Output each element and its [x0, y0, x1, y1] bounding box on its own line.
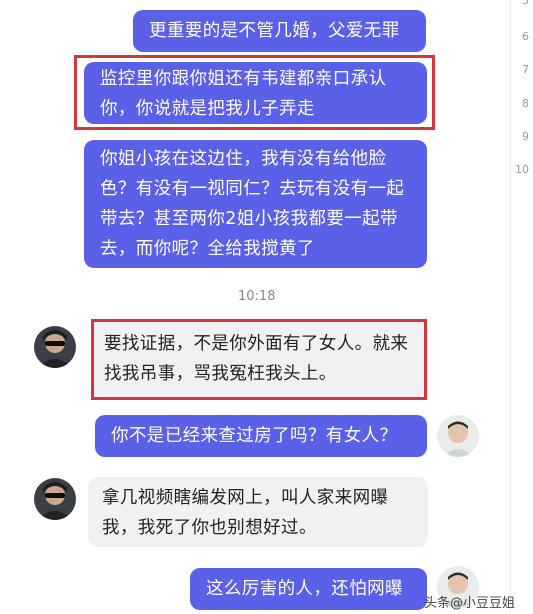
message-text: 更重要的是不管几婚，父爱无罪 — [149, 21, 400, 41]
message-bubble-outgoing[interactable]: 更重要的是不管几婚，父爱无罪 — [133, 10, 426, 52]
message-bubble-outgoing[interactable]: 这么厉害的人，还怕网曝 — [190, 568, 427, 610]
contact-avatar[interactable] — [34, 326, 76, 368]
message-bubble-outgoing[interactable]: 你姐小孩在这边住，我有没有给他脸色？有没有一视同仁？去玩有没有一起带去？甚至两你… — [84, 140, 427, 268]
self-avatar[interactable] — [437, 415, 479, 457]
avatar-dark-sunglasses-icon — [34, 478, 76, 520]
line-number: 8 — [522, 97, 529, 110]
message-text: 拿几视频瞎编发网上，叫人家来网曝我，我死了你也别想好过。 — [102, 488, 389, 538]
message-text: 监控里你跟你姐还有韦建都亲口承认你，你说就是把我儿子弄走 — [100, 69, 387, 119]
watermark: 头条@小豆豆姐 — [424, 596, 516, 611]
message-text: 你姐小孩在这边住，我有没有给他脸色？有没有一视同仁？去玩有没有一起带去？甚至两你… — [100, 149, 405, 259]
message-bubble-incoming[interactable]: 拿几视频瞎编发网上，叫人家来网曝我，我死了你也别想好过。 — [88, 477, 428, 547]
line-number: 7 — [522, 63, 529, 76]
contact-avatar[interactable] — [34, 478, 76, 520]
chat-timestamp: 10:18 — [238, 289, 276, 304]
message-text: 这么厉害的人，还怕网曝 — [206, 579, 403, 599]
avatar-light-man-icon — [437, 415, 479, 457]
line-number-gutter: 5 6 7 8 9 10 — [510, 0, 533, 614]
message-bubble-outgoing[interactable]: 监控里你跟你姐还有韦建都亲口承认你，你说就是把我儿子弄走 — [84, 62, 427, 124]
line-number: 9 — [522, 130, 529, 143]
highlight-frame — [91, 319, 427, 400]
message-text: 你不是已经来查过房了吗？有女人？ — [111, 426, 398, 446]
line-number: 5 — [522, 0, 529, 7]
avatar-dark-sunglasses-icon — [34, 326, 76, 368]
message-bubble-outgoing[interactable]: 你不是已经来查过房了吗？有女人？ — [95, 415, 427, 457]
line-number: 6 — [522, 30, 529, 43]
line-number: 10 — [515, 163, 529, 176]
